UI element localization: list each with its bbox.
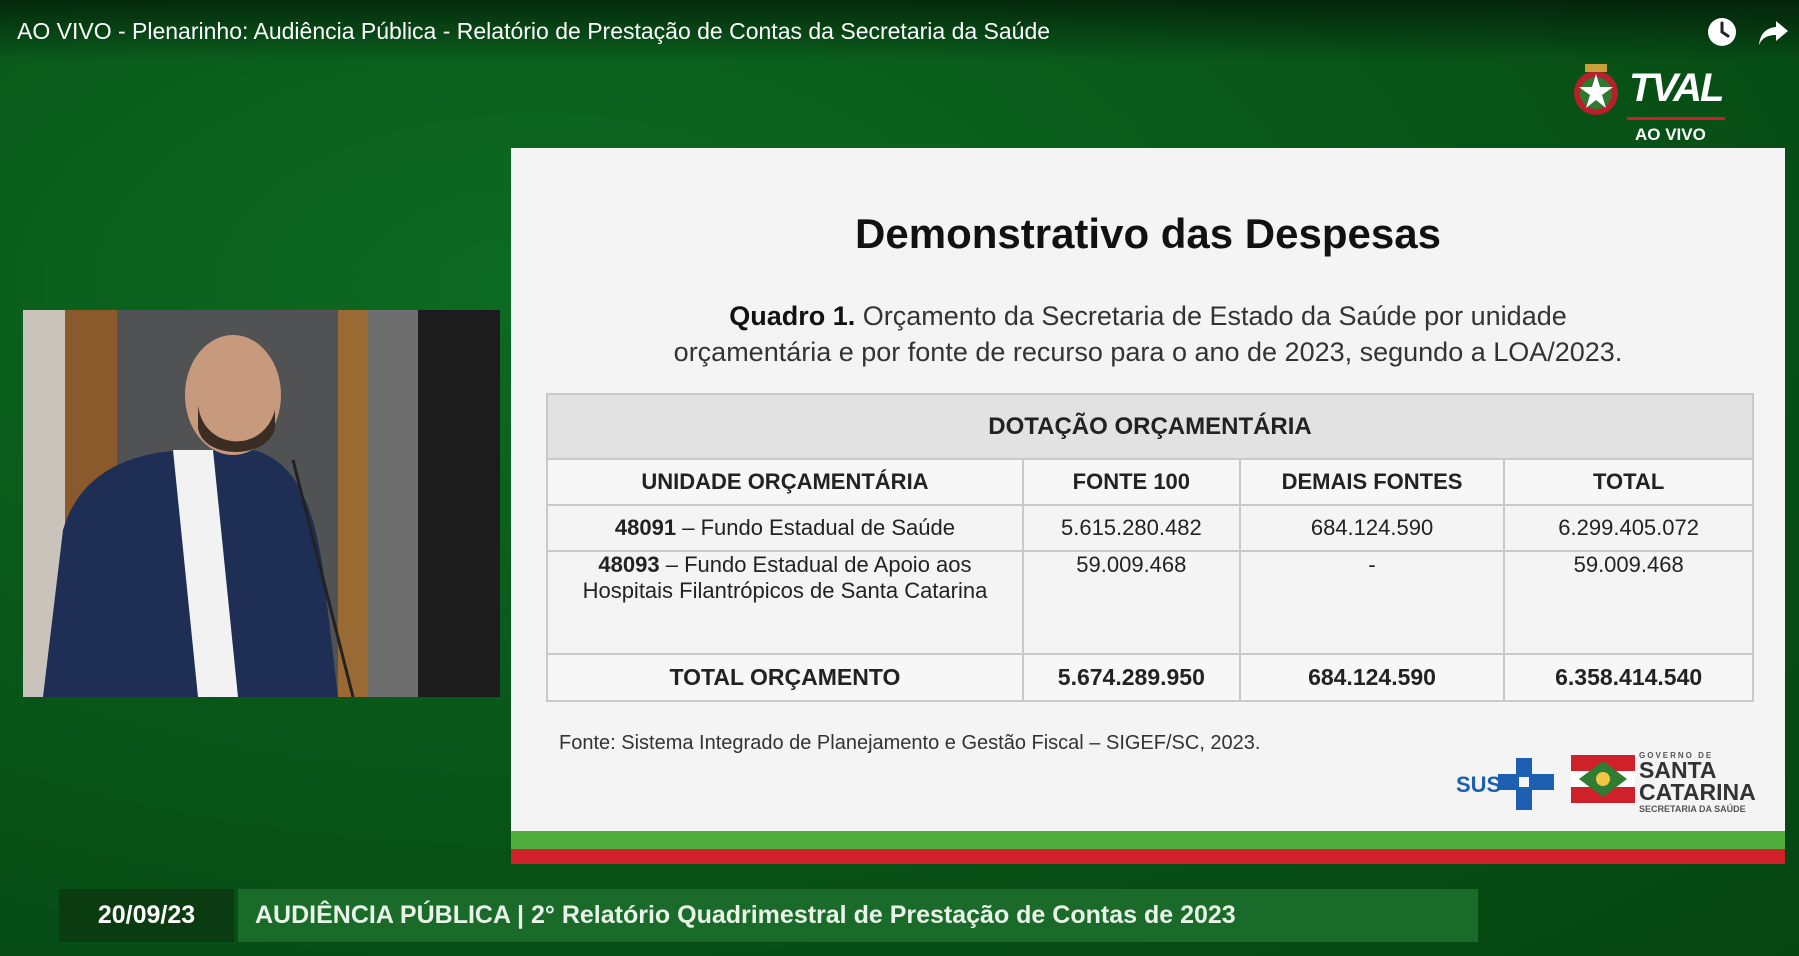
caption-line-2: orçamentária e por fonte de recurso para… xyxy=(673,337,1623,367)
demais-cell: - xyxy=(1238,550,1506,655)
unit-name: – Fundo Estadual de Saúde xyxy=(676,515,955,540)
presentation-slide: Demonstrativo das Despesas Quadro 1. Orç… xyxy=(511,148,1785,864)
speaker-camera-feed xyxy=(23,310,500,697)
slide-title: Demonstrativo das Despesas xyxy=(855,210,1441,257)
lower-third-title: AUDIÊNCIA PÚBLICA | 2° Relatório Quadrim… xyxy=(238,889,1478,942)
total-cell: 6.299.405.072 xyxy=(1503,504,1754,552)
live-badge: AO VIVO xyxy=(1635,125,1706,144)
sc-secretariat-label: SECRETARIA DA SAÚDE xyxy=(1639,804,1746,814)
budget-table: DOTAÇÃO ORÇAMENTÁRIA UNIDADE ORÇAMENTÁRI… xyxy=(546,393,1754,702)
sc-flag-icon xyxy=(1571,755,1635,803)
column-header: FONTE 100 xyxy=(1021,458,1241,506)
channel-logo: TVAL AO VIVO xyxy=(1567,60,1732,146)
fonte100-cell: 59.009.468 xyxy=(1021,550,1241,655)
sc-name-line-2: CATARINA xyxy=(1639,779,1756,805)
demais-cell: 684.124.590 xyxy=(1238,504,1506,552)
share-icon[interactable] xyxy=(1755,14,1791,50)
caption-label: Quadro 1. xyxy=(729,301,856,331)
column-header: TOTAL xyxy=(1503,458,1754,506)
unit-cell: 48091 – Fundo Estadual de Saúde xyxy=(546,504,1024,552)
video-title[interactable]: AO VIVO - Plenarinho: Audiência Pública … xyxy=(17,18,1050,45)
source-note: Fonte: Sistema Integrado de Planejamento… xyxy=(559,732,1261,754)
total-row: TOTAL ORÇAMENTO 5.674.289.950 684.124.59… xyxy=(546,653,1754,702)
lower-third-date: 20/09/23 xyxy=(59,889,234,942)
santa-catarina-logo: GOVERNO DE SANTA CATARINA SECRETARIA DA … xyxy=(1571,751,1766,815)
unit-cell: 48093 – Fundo Estadual de Apoio aos Hosp… xyxy=(546,550,1024,655)
slide-red-stripe xyxy=(511,849,1785,864)
clock-icon[interactable] xyxy=(1704,14,1740,50)
fonte100-total: 5.674.289.950 xyxy=(1021,653,1241,702)
sus-logo-text: SUS xyxy=(1456,772,1501,797)
column-header: DEMAIS FONTES xyxy=(1238,458,1506,506)
total-cell: 59.009.468 xyxy=(1503,550,1754,655)
grand-total: 6.358.414.540 xyxy=(1503,653,1754,702)
column-header: UNIDADE ORÇAMENTÁRIA xyxy=(546,458,1024,506)
fonte100-cell: 5.615.280.482 xyxy=(1021,504,1241,552)
unit-code: 48091 xyxy=(614,515,677,540)
sus-logo: SUS xyxy=(1454,754,1564,819)
slide-green-stripe xyxy=(511,831,1785,849)
sc-name: SANTA CATARINA xyxy=(1639,759,1756,805)
table-row: 48093 – Fundo Estadual de Apoio aos Hosp… xyxy=(546,550,1754,655)
total-label: TOTAL ORÇAMENTO xyxy=(546,653,1024,702)
demais-total: 684.124.590 xyxy=(1238,653,1506,702)
slide-caption: Quadro 1. Orçamento da Secretaria de Est… xyxy=(571,298,1725,370)
channel-name: TVAL xyxy=(1629,66,1724,110)
logo-underline xyxy=(1627,117,1725,120)
state-seal-icon xyxy=(1574,64,1618,115)
group-header: DOTAÇÃO ORÇAMENTÁRIA xyxy=(546,393,1754,460)
unit-code: 48093 xyxy=(598,552,660,577)
caption-line-1: Orçamento da Secretaria de Estado da Saú… xyxy=(855,301,1567,331)
table-row: 48091 – Fundo Estadual de Saúde 5.615.28… xyxy=(546,504,1754,552)
